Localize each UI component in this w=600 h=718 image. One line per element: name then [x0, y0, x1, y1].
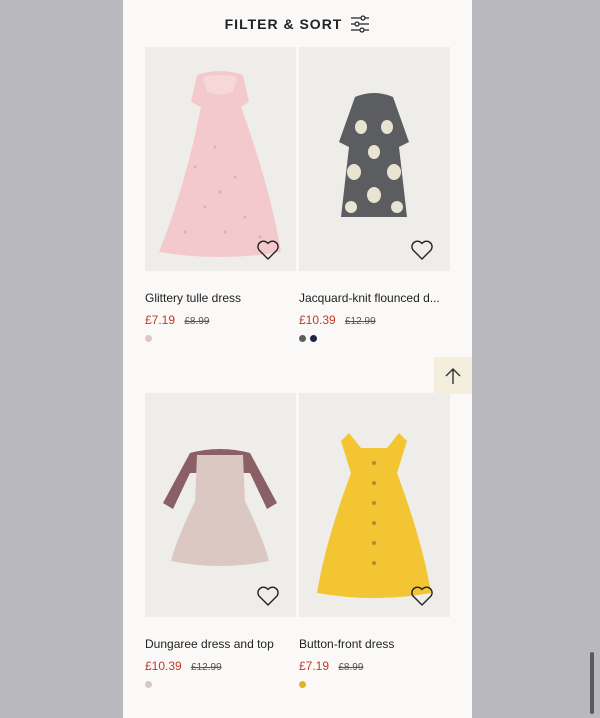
jacquard-dress-illustration [339, 93, 409, 217]
product-price: £10.39 £12.99 [299, 313, 376, 327]
color-swatch[interactable] [145, 335, 152, 342]
product-price: £7.19 £8.99 [299, 659, 363, 673]
sale-price: £10.39 [299, 313, 336, 327]
scrollbar[interactable] [590, 652, 594, 714]
product-card[interactable]: Jacquard-knit flounced d... £10.39 £12.9… [299, 47, 450, 342]
original-price: £8.99 [338, 662, 364, 673]
heart-icon[interactable] [410, 239, 434, 261]
tulle-dress-illustration [159, 71, 281, 257]
product-image[interactable] [299, 47, 450, 271]
color-swatches [145, 681, 152, 688]
product-card[interactable]: Glittery tulle dress £7.19 £8.99 [145, 47, 296, 342]
sliders-icon [351, 15, 370, 33]
filter-sort-button[interactable]: FILTER & SORT [123, 0, 472, 48]
color-swatches [145, 335, 152, 342]
color-swatch[interactable] [310, 335, 317, 342]
product-price: £7.19 £8.99 [145, 313, 209, 327]
heart-icon[interactable] [256, 585, 280, 607]
product-title[interactable]: Dungaree dress and top [145, 637, 296, 651]
product-image[interactable] [299, 393, 450, 617]
sale-price: £7.19 [299, 659, 330, 673]
original-price: £8.99 [184, 316, 210, 327]
product-title[interactable]: Jacquard-knit flounced d... [299, 291, 450, 305]
sale-price: £10.39 [145, 659, 182, 673]
color-swatch[interactable] [299, 681, 306, 688]
button-front-dress-illustration [317, 433, 431, 598]
filter-sort-label: FILTER & SORT [224, 16, 343, 32]
product-card[interactable]: Dungaree dress and top £10.39 £12.99 [145, 393, 296, 688]
product-title[interactable]: Button-front dress [299, 637, 450, 651]
back-to-top-button[interactable] [434, 357, 472, 394]
product-card[interactable]: Button-front dress £7.19 £8.99 [299, 393, 450, 688]
original-price: £12.99 [345, 316, 376, 327]
color-swatches [299, 681, 306, 688]
dungaree-dress-illustration [163, 449, 277, 566]
product-image[interactable] [145, 393, 296, 617]
product-listing-panel: FILTER & SORT Glittery tulle dress £7.19… [123, 0, 472, 718]
product-image[interactable] [145, 47, 296, 271]
arrow-up-icon [445, 367, 461, 384]
color-swatches [299, 335, 317, 342]
heart-icon[interactable] [256, 239, 280, 261]
color-swatch[interactable] [145, 681, 152, 688]
product-title[interactable]: Glittery tulle dress [145, 291, 296, 305]
sale-price: £7.19 [145, 313, 176, 327]
product-price: £10.39 £12.99 [145, 659, 222, 673]
color-swatch[interactable] [299, 335, 306, 342]
original-price: £12.99 [191, 662, 222, 673]
heart-icon[interactable] [410, 585, 434, 607]
